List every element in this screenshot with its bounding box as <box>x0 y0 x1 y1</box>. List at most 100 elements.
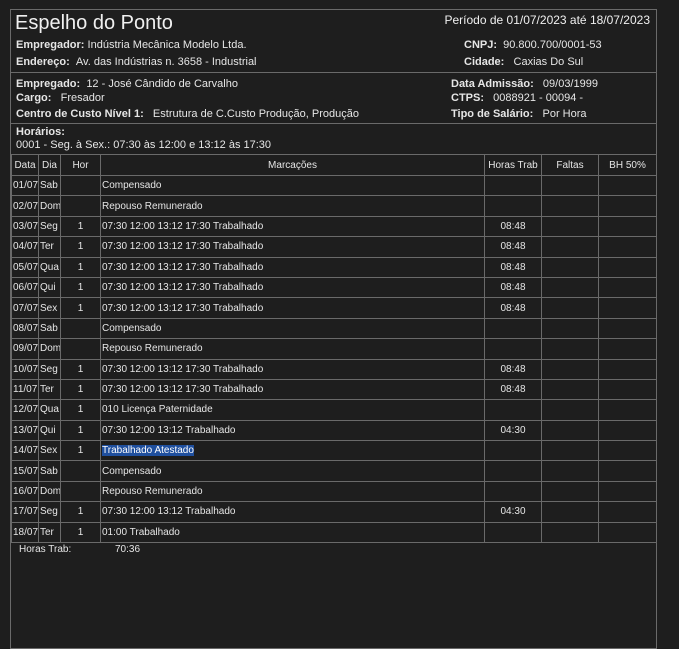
column-header-horas-trab: Horas Trab <box>484 154 542 176</box>
cell-bh50 <box>598 215 657 238</box>
cell-hor <box>60 480 101 503</box>
cell-marcacoes: 07:30 12:00 13:12 17:30 Trabalhado <box>100 297 485 319</box>
cell-hor-text: 1 <box>77 220 84 232</box>
cell-marcacoes-text: 07:30 12:00 13:12 17:30 Trabalhado <box>102 282 264 294</box>
cell-hor-text: 1 <box>77 526 84 538</box>
timesheet-table: Data Dia Hor Marcações Horas Trab Faltas… <box>11 154 657 544</box>
cell-faltas <box>541 440 599 462</box>
cell-dia: Dom <box>38 338 61 360</box>
cell-faltas <box>541 480 599 503</box>
cell-dia: Ter <box>38 236 61 258</box>
cell-data-text: 16/07 <box>13 486 39 498</box>
table-row: 07/07 Sex 1 07:30 12:00 13:12 17:30 Trabalh… <box>11 297 657 319</box>
cell-hor-text: 1 <box>77 241 84 253</box>
cell-bh50 <box>598 174 657 197</box>
cell-marcacoes: 010 Licença Paternidade <box>100 399 485 421</box>
cell-faltas <box>541 236 599 258</box>
address-label: Endereço: <box>16 56 70 68</box>
cell-hor-text: 1 <box>77 404 84 416</box>
cell-data: 15/07 <box>11 460 39 482</box>
cell-dia-text: Ter <box>40 526 54 538</box>
table-header-row: Data Dia Hor Marcações Horas Trab Faltas… <box>11 154 657 176</box>
cell-marcacoes-text: 07:30 12:00 13:12 17:30 Trabalhado <box>102 302 264 314</box>
cell-horas-trab <box>484 480 542 503</box>
employee-value: 12 - José Cândido de Carvalho <box>86 78 238 90</box>
cell-horas-trab: 08:48 <box>484 297 542 319</box>
cell-dia: Sex <box>38 440 61 462</box>
cell-bh50 <box>598 460 657 482</box>
ctps-line: CTPS: 0088921 - 00094 - <box>451 92 583 104</box>
cell-bh50 <box>598 358 657 380</box>
cell-horas-trab-text: 08:48 <box>500 220 526 232</box>
cell-bh50 <box>598 521 657 544</box>
column-header-dia: Dia <box>38 154 61 176</box>
table-row: 11/07 Ter 1 07:30 12:00 13:12 17:30 Trabalh… <box>11 378 657 401</box>
column-header-bh50: BH 50% <box>598 154 657 176</box>
cell-hor-text: 1 <box>77 506 84 518</box>
cell-dia-text: Seg <box>40 363 58 375</box>
address-line: Endereço: Av. das Indústrias n. 3658 - I… <box>16 56 257 68</box>
cell-marcacoes: 07:30 12:00 13:12 17:30 Trabalhado <box>100 236 485 258</box>
cell-horas-trab: 08:48 <box>484 276 542 299</box>
cell-horas-trab-text: 08:48 <box>500 282 526 294</box>
cell-horas-trab: 08:48 <box>484 378 542 401</box>
cell-marcacoes-text: Repouso Remunerado <box>102 200 203 212</box>
cell-bh50 <box>598 195 657 217</box>
table-row: 05/07 Qua 1 07:30 12:00 13:12 17:30 Trabalh… <box>11 256 657 278</box>
cell-dia: Seg <box>38 501 61 523</box>
cell-marcacoes-text: Compensado <box>102 465 162 477</box>
cell-bh50 <box>598 276 657 299</box>
cell-hor <box>60 317 101 340</box>
cell-data-text: 02/07 <box>13 200 39 212</box>
cell-faltas <box>541 358 599 380</box>
cell-dia: Qui <box>38 276 61 299</box>
cell-hor <box>60 338 101 360</box>
cell-dia: Sab <box>38 317 61 340</box>
cell-data-text: 09/07 <box>13 343 39 355</box>
cell-data-text: 17/07 <box>13 506 39 518</box>
cell-marcacoes-text: 07:30 12:00 13:12 Trabalhado <box>102 424 236 436</box>
cell-data-text: 18/07 <box>13 526 39 538</box>
cell-marcacoes-text: Compensado <box>102 180 162 192</box>
cell-dia-text: Qui <box>40 424 56 436</box>
cell-hor: 1 <box>60 236 101 258</box>
cell-data-text: 12/07 <box>13 404 39 416</box>
cell-horas-trab <box>484 317 542 340</box>
cell-bh50 <box>598 480 657 503</box>
cell-horas-trab: 08:48 <box>484 236 542 258</box>
cell-faltas <box>541 378 599 401</box>
cell-marcacoes-text: Repouso Remunerado <box>102 486 203 498</box>
table-row: 15/07 Sab Compensado <box>11 460 657 482</box>
cell-data: 18/07 <box>11 521 39 544</box>
cost-center-line: Centro de Custo Nível 1: Estrutura de C.… <box>16 108 359 120</box>
cell-dia: Sex <box>38 297 61 319</box>
cell-horas-trab <box>484 460 542 482</box>
cell-horas-trab: 04:30 <box>484 501 542 523</box>
cell-faltas <box>541 460 599 482</box>
cost-center-label: Centro de Custo Nível 1: <box>16 108 144 120</box>
cell-dia-text: Seg <box>40 220 58 232</box>
table-row: 14/07 Sex 1 Trabalhado Atestado <box>11 440 657 462</box>
cell-faltas <box>541 419 599 442</box>
cell-horas-trab <box>484 399 542 421</box>
cnpj-label: CNPJ: <box>464 39 498 51</box>
cell-horas-trab: 04:30 <box>484 419 542 442</box>
employer-line: Empregador: Indústria Mecânica Modelo Lt… <box>16 39 247 51</box>
cell-dia-text: Sab <box>40 322 58 334</box>
cell-hor: 1 <box>60 440 101 462</box>
cell-dia: Qua <box>38 256 61 278</box>
cell-marcacoes: 07:30 12:00 13:12 17:30 Trabalhado <box>100 256 485 278</box>
city-label: Cidade: <box>464 56 505 68</box>
cell-marcacoes-text[interactable]: Trabalhado Atestado <box>102 445 194 457</box>
role-label: Cargo: <box>16 92 52 104</box>
cell-horas-trab <box>484 195 542 217</box>
employee-line: Empregado: 12 - José Cândido de Carvalho <box>16 78 238 90</box>
cell-data: 10/07 <box>11 358 39 380</box>
cell-faltas <box>541 195 599 217</box>
cell-marcacoes-text: 010 Licença Paternidade <box>102 404 213 416</box>
cell-marcacoes-text: 07:30 12:00 13:12 17:30 Trabalhado <box>102 384 264 396</box>
cell-horas-trab-text: 08:48 <box>500 384 526 396</box>
cell-marcacoes: Repouso Remunerado <box>100 338 485 360</box>
report-title: Espelho do Ponto <box>15 12 173 34</box>
cell-bh50 <box>598 236 657 258</box>
